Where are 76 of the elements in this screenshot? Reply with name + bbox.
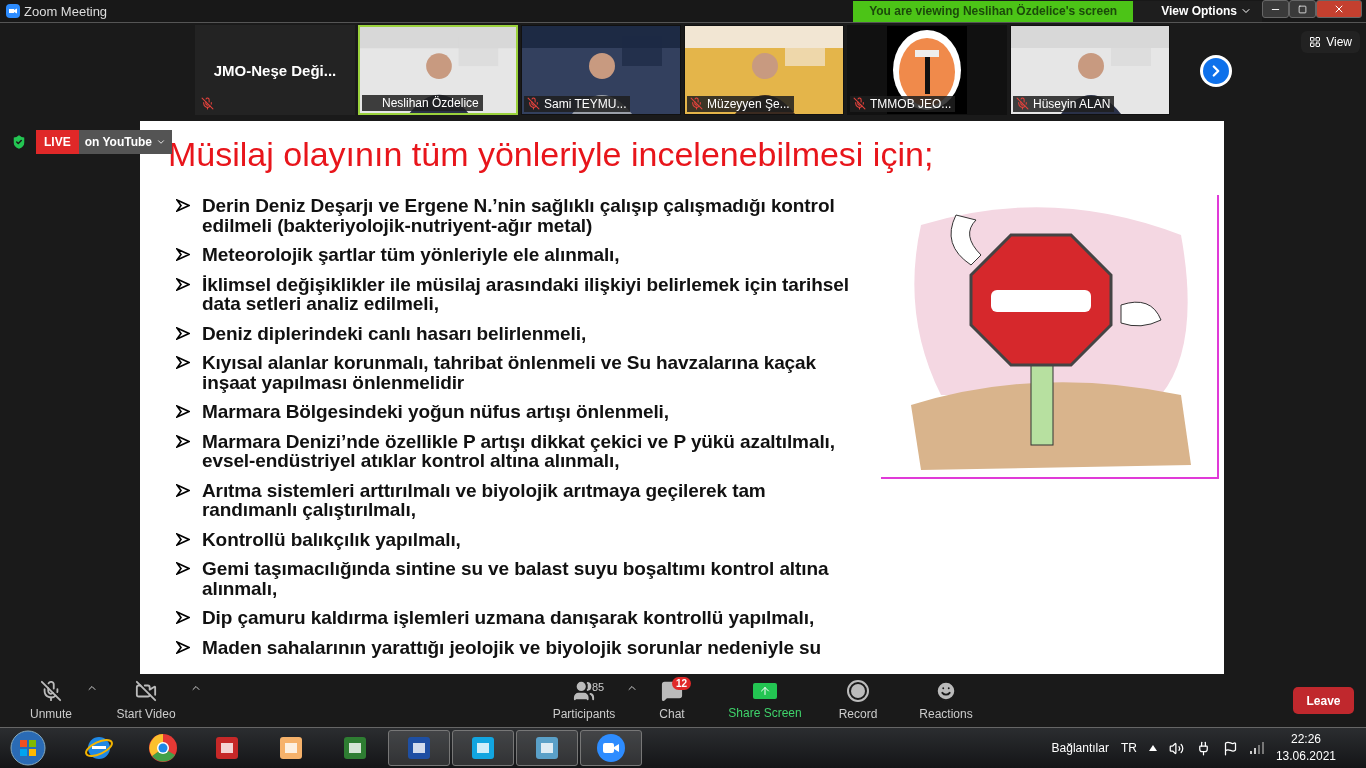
arrow-bullet-icon — [176, 483, 190, 497]
bullet-text: Maden sahalarının yarattığı jeolojik ve biyolojik sorunlar nedeniyle su — [202, 637, 822, 657]
participant-tile[interactable]: TMMOB JEO... — [847, 25, 1007, 115]
bullet-text: Dip çamuru kaldırma işlemleri uzmana danışarak kontrollü yapılmalı, — [202, 608, 815, 628]
chat-button[interactable]: 12 Chat — [632, 680, 712, 721]
participant-tile[interactable]: JMO-Neşe Deği... — [195, 25, 355, 115]
mic-button[interactable]: Unmute — [12, 680, 90, 721]
tray-expand-icon[interactable] — [1148, 745, 1157, 751]
unread-badge: 12 — [672, 677, 692, 690]
toolbar-label[interactable]: Bağlantılar — [1051, 741, 1109, 755]
participant-tile[interactable]: Neslihan Özdelice — [358, 25, 518, 115]
participant-name: Neslihan Özdelice — [362, 95, 483, 111]
participant-name: Müzeyyen Şe... — [687, 96, 794, 112]
arrow-bullet-icon — [176, 405, 190, 418]
bullet-text: Arıtma sistemleri arttırılmalı ve biyolojik arıtmaya geçilerek tam randımanlı çalıştırılmalı, — [202, 480, 766, 520]
arrow-bullet-icon — [176, 248, 190, 261]
participant-name: Hüseyin ALAN — [1013, 96, 1115, 112]
arrow-bullet-icon — [176, 640, 190, 654]
bullet-text: Meteorolojik şartlar tüm yönleriyle ele alınmalı, — [202, 245, 620, 265]
bullet-text: Kıyısal alanlar korunmalı, tahribat önlenmeli ve Su havzalarına kaçak inşaat yapılması önlenmelidir — [202, 353, 817, 392]
arrow-bullet-icon — [176, 532, 190, 546]
bullet-text: Marmara Bölgesindeki yoğun nüfus artışı önlenmeli, — [202, 402, 669, 422]
participant-tile[interactable]: Müzeyyen Şe... — [684, 25, 844, 115]
arrow-bullet-icon — [176, 611, 190, 624]
arrow-bullet-icon — [176, 277, 190, 291]
grid-icon — [1309, 36, 1322, 48]
participant-name: TMMOB JEO... — [850, 96, 956, 112]
share-button[interactable]: Share Screen — [720, 681, 810, 720]
next-page-button[interactable] — [1200, 55, 1232, 87]
language-indicator[interactable]: TR — [1120, 741, 1137, 755]
banner-text: You are viewing Neslihan Özdelice's screen — [869, 4, 1118, 18]
window-title: Zoom Meeting — [24, 3, 109, 19]
bullet-text: Gemi taşımacılığında sintine su ve balast suyu boşaltımı kontrol altına alınmalı, — [202, 559, 829, 598]
video-off-icon — [135, 680, 157, 702]
caret-icon — [156, 137, 166, 147]
start-button[interactable] — [8, 729, 48, 767]
participants-button[interactable]: 85 Participants — [544, 680, 624, 721]
flag-icon[interactable] — [1222, 740, 1238, 756]
video-button[interactable]: Start Video — [98, 680, 194, 721]
participant-tile[interactable]: Sami TEYMU... — [521, 25, 681, 115]
video-camera-icon[interactable] — [596, 733, 626, 763]
participant-count: 85 — [592, 681, 605, 693]
participant-name: JMO-Neşe Deği... — [213, 61, 337, 79]
reactions-button[interactable]: Reactions — [906, 680, 986, 721]
record-button[interactable]: Record — [818, 680, 898, 721]
restore-icon — [1298, 4, 1307, 14]
bullet-text: Deniz diplerindeki canlı hasarı belirlenmeli, — [202, 323, 587, 343]
live-stream-dropdown[interactable]: on YouTube — [78, 130, 172, 154]
bullet-text: Derin Deniz Deşarjı ve Ergene N.’nin sağlıklı çalışıp çalışmadığı kontrol edilmeli (bakteriyolojik-nutriyent-ağır metal) — [202, 196, 835, 235]
participant-name: Sami TEYMU... — [524, 96, 631, 112]
bullet-text: Marmara Denizi’nde özellikle P artışı dikkat çekici ve P yükü azaltılmalı, evsel-endüstriyel atıklar kontrol altına alınmalı, — [202, 431, 835, 471]
maximize-button[interactable] — [1289, 0, 1316, 18]
share-screen-icon — [753, 683, 777, 699]
participant-tile[interactable]: Hüseyin ALAN — [1010, 25, 1170, 115]
smiley-icon — [935, 680, 957, 702]
view-button[interactable]: View — [1301, 31, 1360, 53]
arrow-bullet-icon — [176, 434, 190, 448]
speaker-icon[interactable] — [1168, 740, 1184, 756]
shield-icon — [10, 133, 28, 151]
signal-icon[interactable] — [1249, 742, 1264, 754]
close-icon — [1333, 3, 1345, 15]
arrow-bullet-icon — [176, 199, 190, 212]
clock-date: 13.06.2021 — [1275, 748, 1336, 765]
clock-time: 22:26 — [1290, 731, 1321, 748]
bullet-text: Kontrollü balıkçılık yapılmalı, — [202, 529, 461, 549]
chrome-icon[interactable] — [148, 733, 178, 763]
live-badge: LIVE — [36, 130, 79, 154]
view-options-button[interactable]: View Options — [1133, 0, 1262, 22]
zoom-logo-icon — [6, 4, 20, 18]
leave-button[interactable]: Leave — [1293, 687, 1354, 714]
arrow-bullet-icon — [176, 326, 190, 340]
muted-mic-icon — [40, 680, 62, 702]
record-icon — [847, 680, 869, 702]
arrow-bullet-icon — [176, 356, 190, 369]
arrow-bullet-icon — [176, 562, 190, 575]
bullet-text: İklimsel değişiklikler ile müsilaj arasındaki ilişkiyi belirlemek için tarihsel data setleri analiz edilmeli, — [202, 274, 849, 314]
